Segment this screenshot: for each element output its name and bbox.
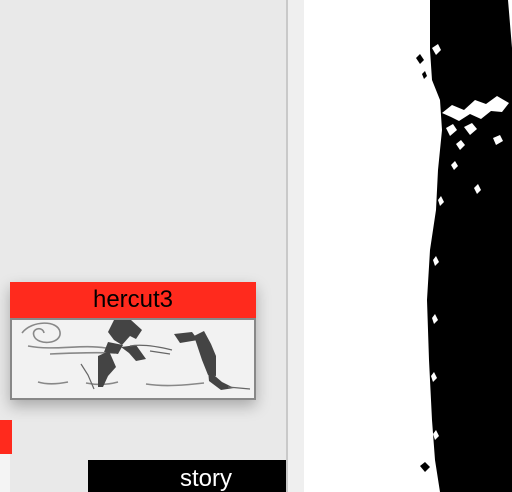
image-preview[interactable] — [304, 0, 512, 492]
story-tag[interactable]: story — [88, 460, 286, 492]
thumbnail-title: hercut3 — [10, 282, 256, 318]
thumbnail-partial[interactable] — [0, 454, 10, 492]
thumbnail-image[interactable] — [10, 318, 256, 400]
gutter — [288, 0, 304, 492]
preview-silhouette — [304, 0, 512, 492]
thumbnail-title-partial[interactable] — [0, 420, 12, 454]
story-label: story — [180, 465, 233, 492]
thumbnail-panel[interactable]: hercut3 story — [0, 0, 286, 492]
thumbnail-card-hercut3[interactable]: hercut3 — [10, 282, 256, 400]
